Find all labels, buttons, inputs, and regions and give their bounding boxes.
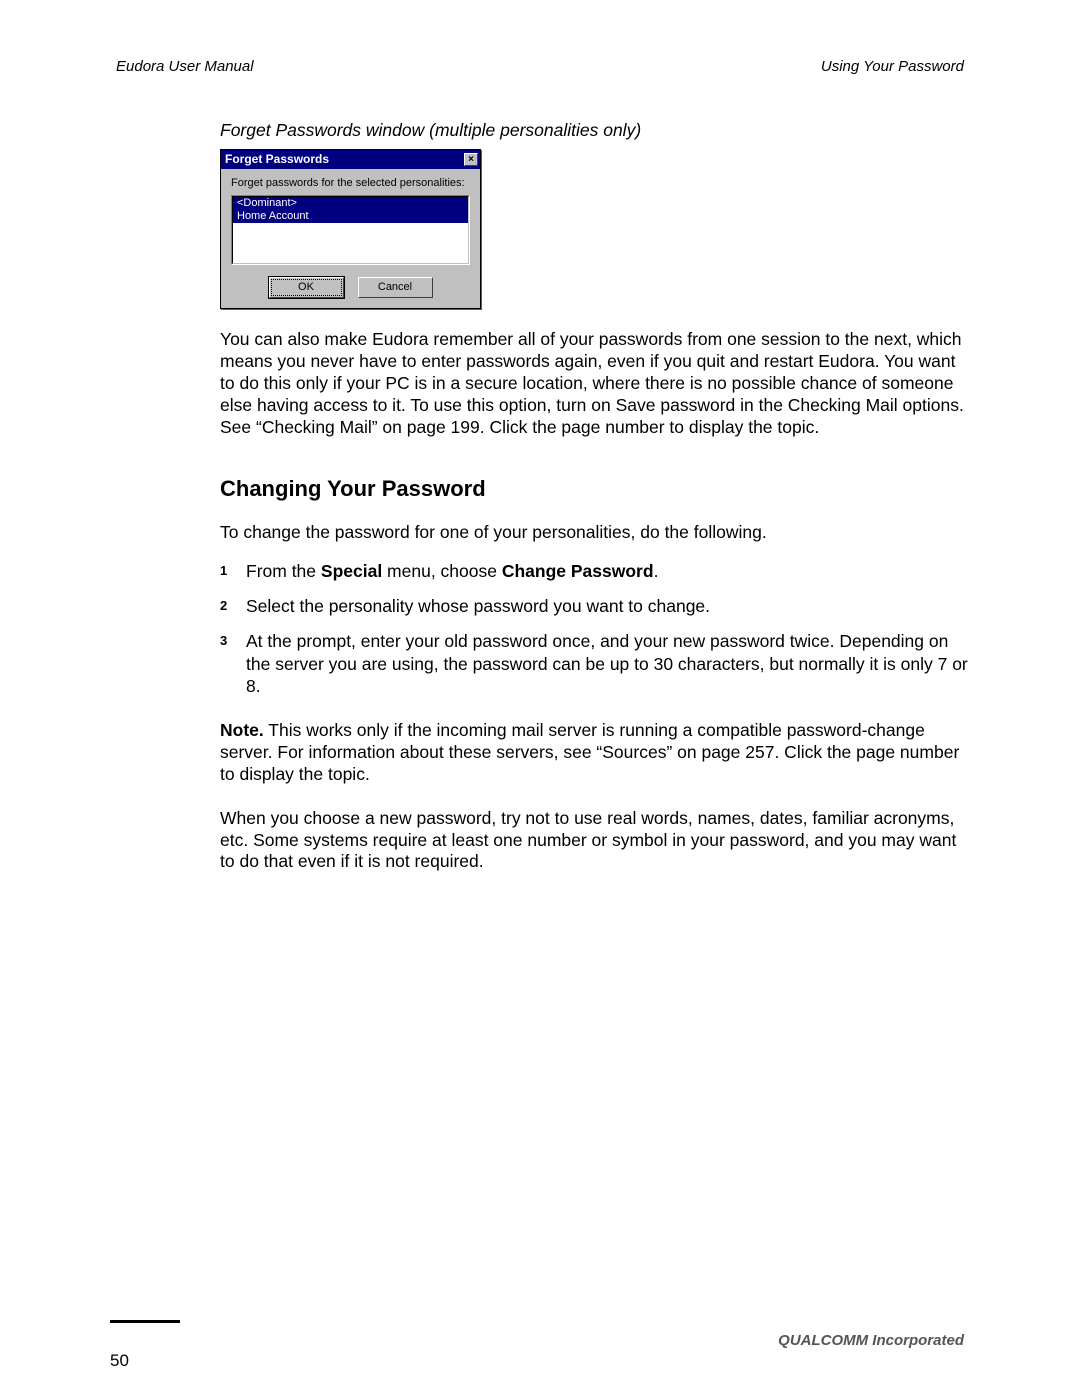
header-left: Eudora User Manual (116, 58, 254, 75)
footer-company: QUALCOMM Incorporated (778, 1332, 964, 1349)
body-paragraph: You can also make Eudora remember all of… (220, 329, 970, 438)
page-number: 50 (110, 1351, 129, 1371)
body-paragraph: When you choose a new password, try not … (220, 808, 970, 874)
dialog-titlebar[interactable]: Forget Passwords × (221, 150, 480, 169)
section-heading: Changing Your Password (220, 476, 970, 502)
step-number: 2 (220, 595, 232, 618)
dialog-body: Forget passwords for the selected person… (221, 169, 480, 308)
list-item: 3 At the prompt, enter your old password… (220, 630, 970, 698)
cancel-button[interactable]: Cancel (358, 277, 433, 298)
step-number: 3 (220, 630, 232, 698)
dialog-title: Forget Passwords (225, 152, 329, 166)
footer-rule (110, 1320, 180, 1323)
page: Eudora User Manual Using Your Password F… (0, 0, 1080, 1397)
ok-button[interactable]: OK (269, 277, 344, 298)
body-paragraph: To change the password for one of your p… (220, 522, 970, 544)
step-number: 1 (220, 560, 232, 583)
personalities-listbox[interactable]: <Dominant> Home Account (231, 195, 470, 265)
close-icon[interactable]: × (464, 153, 478, 166)
dialog-button-row: OK Cancel (231, 277, 470, 298)
running-header: Eudora User Manual Using Your Password (110, 58, 970, 75)
list-item[interactable]: <Dominant> (233, 197, 468, 210)
header-right: Using Your Password (821, 58, 964, 75)
steps-list: 1 From the Special menu, choose Change P… (220, 560, 970, 698)
list-item: 2 Select the personality whose password … (220, 595, 970, 618)
figure-caption: Forget Passwords window (multiple person… (220, 120, 970, 141)
content-column: Forget Passwords window (multiple person… (220, 120, 970, 873)
step-text: From the Special menu, choose Change Pas… (246, 560, 970, 583)
dialog-instruction: Forget passwords for the selected person… (231, 177, 470, 189)
step-text: Select the personality whose password yo… (246, 595, 970, 618)
forget-passwords-dialog: Forget Passwords × Forget passwords for … (220, 149, 481, 309)
list-item[interactable]: Home Account (233, 210, 468, 223)
list-item: 1 From the Special menu, choose Change P… (220, 560, 970, 583)
step-text: At the prompt, enter your old password o… (246, 630, 970, 698)
note-paragraph: Note. This works only if the incoming ma… (220, 720, 970, 786)
